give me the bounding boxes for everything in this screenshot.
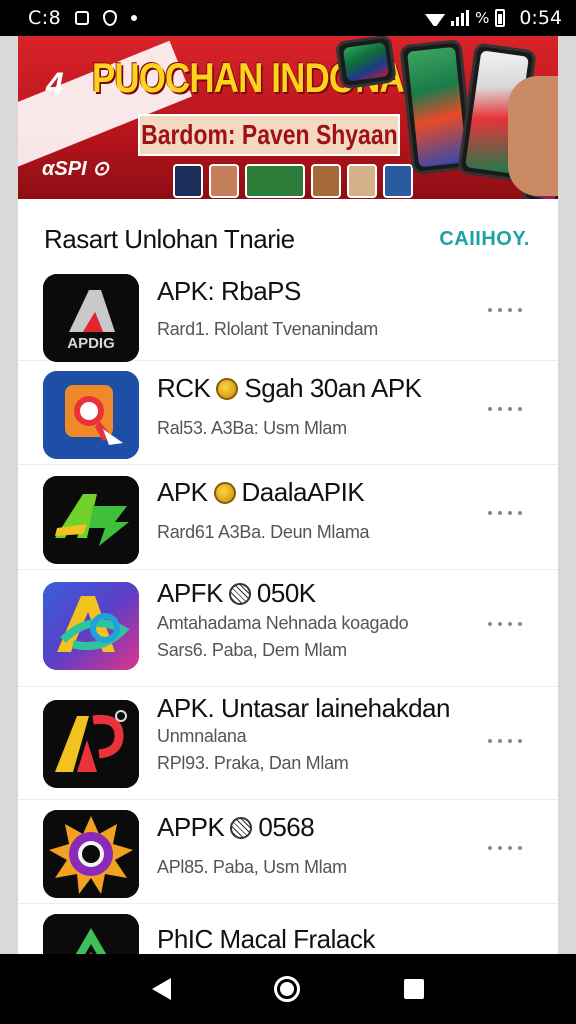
app-meta: Sars6. Paba, Dem Mlam — [157, 640, 347, 660]
app-name-suffix: DaalaAPIK — [241, 477, 365, 507]
app-name-suffix: Sgah 30an APK — [244, 373, 422, 403]
app-icon-label: APDIG — [67, 335, 115, 352]
app-surface: 4 PUOCHAN INDONASIA Bardom: Paven Shyaan… — [0, 36, 576, 954]
app-meta: Ral53. A3Ba: Usm Mlam — [157, 418, 347, 438]
see-all-link[interactable]: CAIIHOY. — [439, 228, 530, 251]
app-name: RCK Sgah 30an APK — [157, 373, 488, 404]
app-meta: Rard1. Rlolant Tvenanindam — [157, 319, 378, 339]
more-options-icon[interactable] — [488, 306, 522, 314]
banner-tag: αSPI ⊙ — [42, 158, 109, 180]
section-title: Rasart Unlohan Tnarie — [44, 224, 295, 254]
gold-badge-icon — [213, 481, 236, 504]
home-icon[interactable] — [274, 976, 301, 1002]
app-name-text: APK. Untasar lainehakdan — [157, 693, 450, 723]
banner-phones-image — [334, 36, 558, 199]
app-name: APK: RbaPS — [157, 276, 488, 307]
list-item[interactable]: RCK Sgah 30an APK Ral53. A3Ba: Usm Mlam — [18, 361, 558, 465]
app-name-text: RCK — [157, 373, 211, 403]
banner-number: 4 — [46, 66, 64, 102]
app-name: APFK 050K — [157, 578, 488, 609]
app-name: APK DaalaAPIK — [157, 477, 488, 508]
content-card: 4 PUOCHAN INDONASIA Bardom: Paven Shyaan… — [18, 36, 558, 954]
thumbnail-image — [245, 164, 305, 198]
wifi-icon — [425, 10, 445, 26]
app-name-text: APK: RbaPS — [157, 276, 301, 306]
list-item[interactable]: APK DaalaAPIK Rard61 A3Ba. Deun Mlama — [18, 465, 558, 570]
app-name-text: APPK — [157, 812, 225, 842]
colorful-a-app-icon[interactable] — [43, 700, 139, 788]
gold-badge-icon — [216, 377, 239, 400]
app-meta: APl85. Paba, Usm Mlam — [157, 857, 347, 877]
more-options-icon[interactable] — [488, 509, 522, 517]
photo-icon — [75, 11, 90, 25]
globe-badge-icon — [230, 816, 253, 839]
app-meta: Rard61 A3Ba. Deun Mlama — [157, 522, 370, 542]
search-pin-app-icon[interactable] — [43, 371, 139, 459]
recent-apps-icon[interactable] — [404, 979, 425, 999]
list-item[interactable]: APK. Untasar lainehakdan Unmnalana RPl93… — [18, 687, 558, 800]
list-item[interactable]: APDIG APK: RbaPS Rard1. Rlolant Tvenanin… — [18, 266, 558, 362]
thumbnail-image — [311, 164, 341, 198]
more-options-icon[interactable] — [488, 844, 522, 852]
navigation-bar — [0, 954, 576, 1024]
more-options-icon[interactable] — [488, 405, 522, 413]
thumbnail-image — [173, 164, 203, 198]
status-time-left: C:8 — [28, 7, 62, 29]
list-item[interactable]: APFK 050K Amtahadama Nehnada koagado Sar… — [18, 570, 558, 687]
app-name: PhIC Macal Fralack — [157, 924, 488, 954]
app-name-text: PhIC Macal Fralack — [157, 924, 375, 954]
battery-percent: % — [475, 9, 490, 27]
app-subtitle: Amtahadama Nehnada koagado — [157, 613, 409, 633]
status-bar: C:8 % 0:54 — [0, 0, 576, 36]
rainbow-a-app-icon[interactable] — [43, 582, 139, 670]
signal-icon — [451, 10, 470, 26]
notification-dot-icon — [131, 15, 138, 21]
status-time-right: 0:54 — [519, 7, 562, 29]
list-item[interactable]: PhIC Macal Fralack — [18, 904, 558, 954]
app-name-suffix: 050K — [256, 578, 316, 608]
app-name-text: APK — [157, 477, 208, 507]
more-options-icon[interactable] — [488, 737, 522, 745]
globe-badge-icon — [228, 582, 251, 605]
app-name: APPK 0568 — [157, 812, 488, 843]
app-list: APDIG APK: RbaPS Rard1. Rlolant Tvenanin… — [18, 266, 558, 954]
green-a-app-icon[interactable] — [43, 476, 139, 564]
notification-icon — [103, 10, 118, 26]
list-item[interactable]: APPK 0568 APl85. Paba, Usm Mlam — [18, 800, 558, 904]
battery-icon — [495, 9, 506, 27]
app-name: APK. Untasar lainehakdan — [157, 693, 488, 724]
promo-banner[interactable]: 4 PUOCHAN INDONASIA Bardom: Paven Shyaan… — [18, 36, 558, 199]
app-meta: RPl93. Praka, Dan Mlam — [157, 753, 349, 773]
more-options-icon[interactable] — [488, 620, 522, 628]
apdig-app-icon[interactable]: APDIG — [43, 274, 139, 362]
app-subtitle: Unmnalana — [157, 726, 247, 746]
triangle-app-icon[interactable] — [43, 914, 139, 954]
app-name-suffix: 0568 — [258, 812, 315, 842]
thumbnail-image — [209, 164, 239, 198]
back-icon[interactable] — [151, 978, 171, 1000]
sun-app-icon[interactable] — [43, 810, 139, 898]
app-name-text: APFK — [157, 578, 223, 608]
